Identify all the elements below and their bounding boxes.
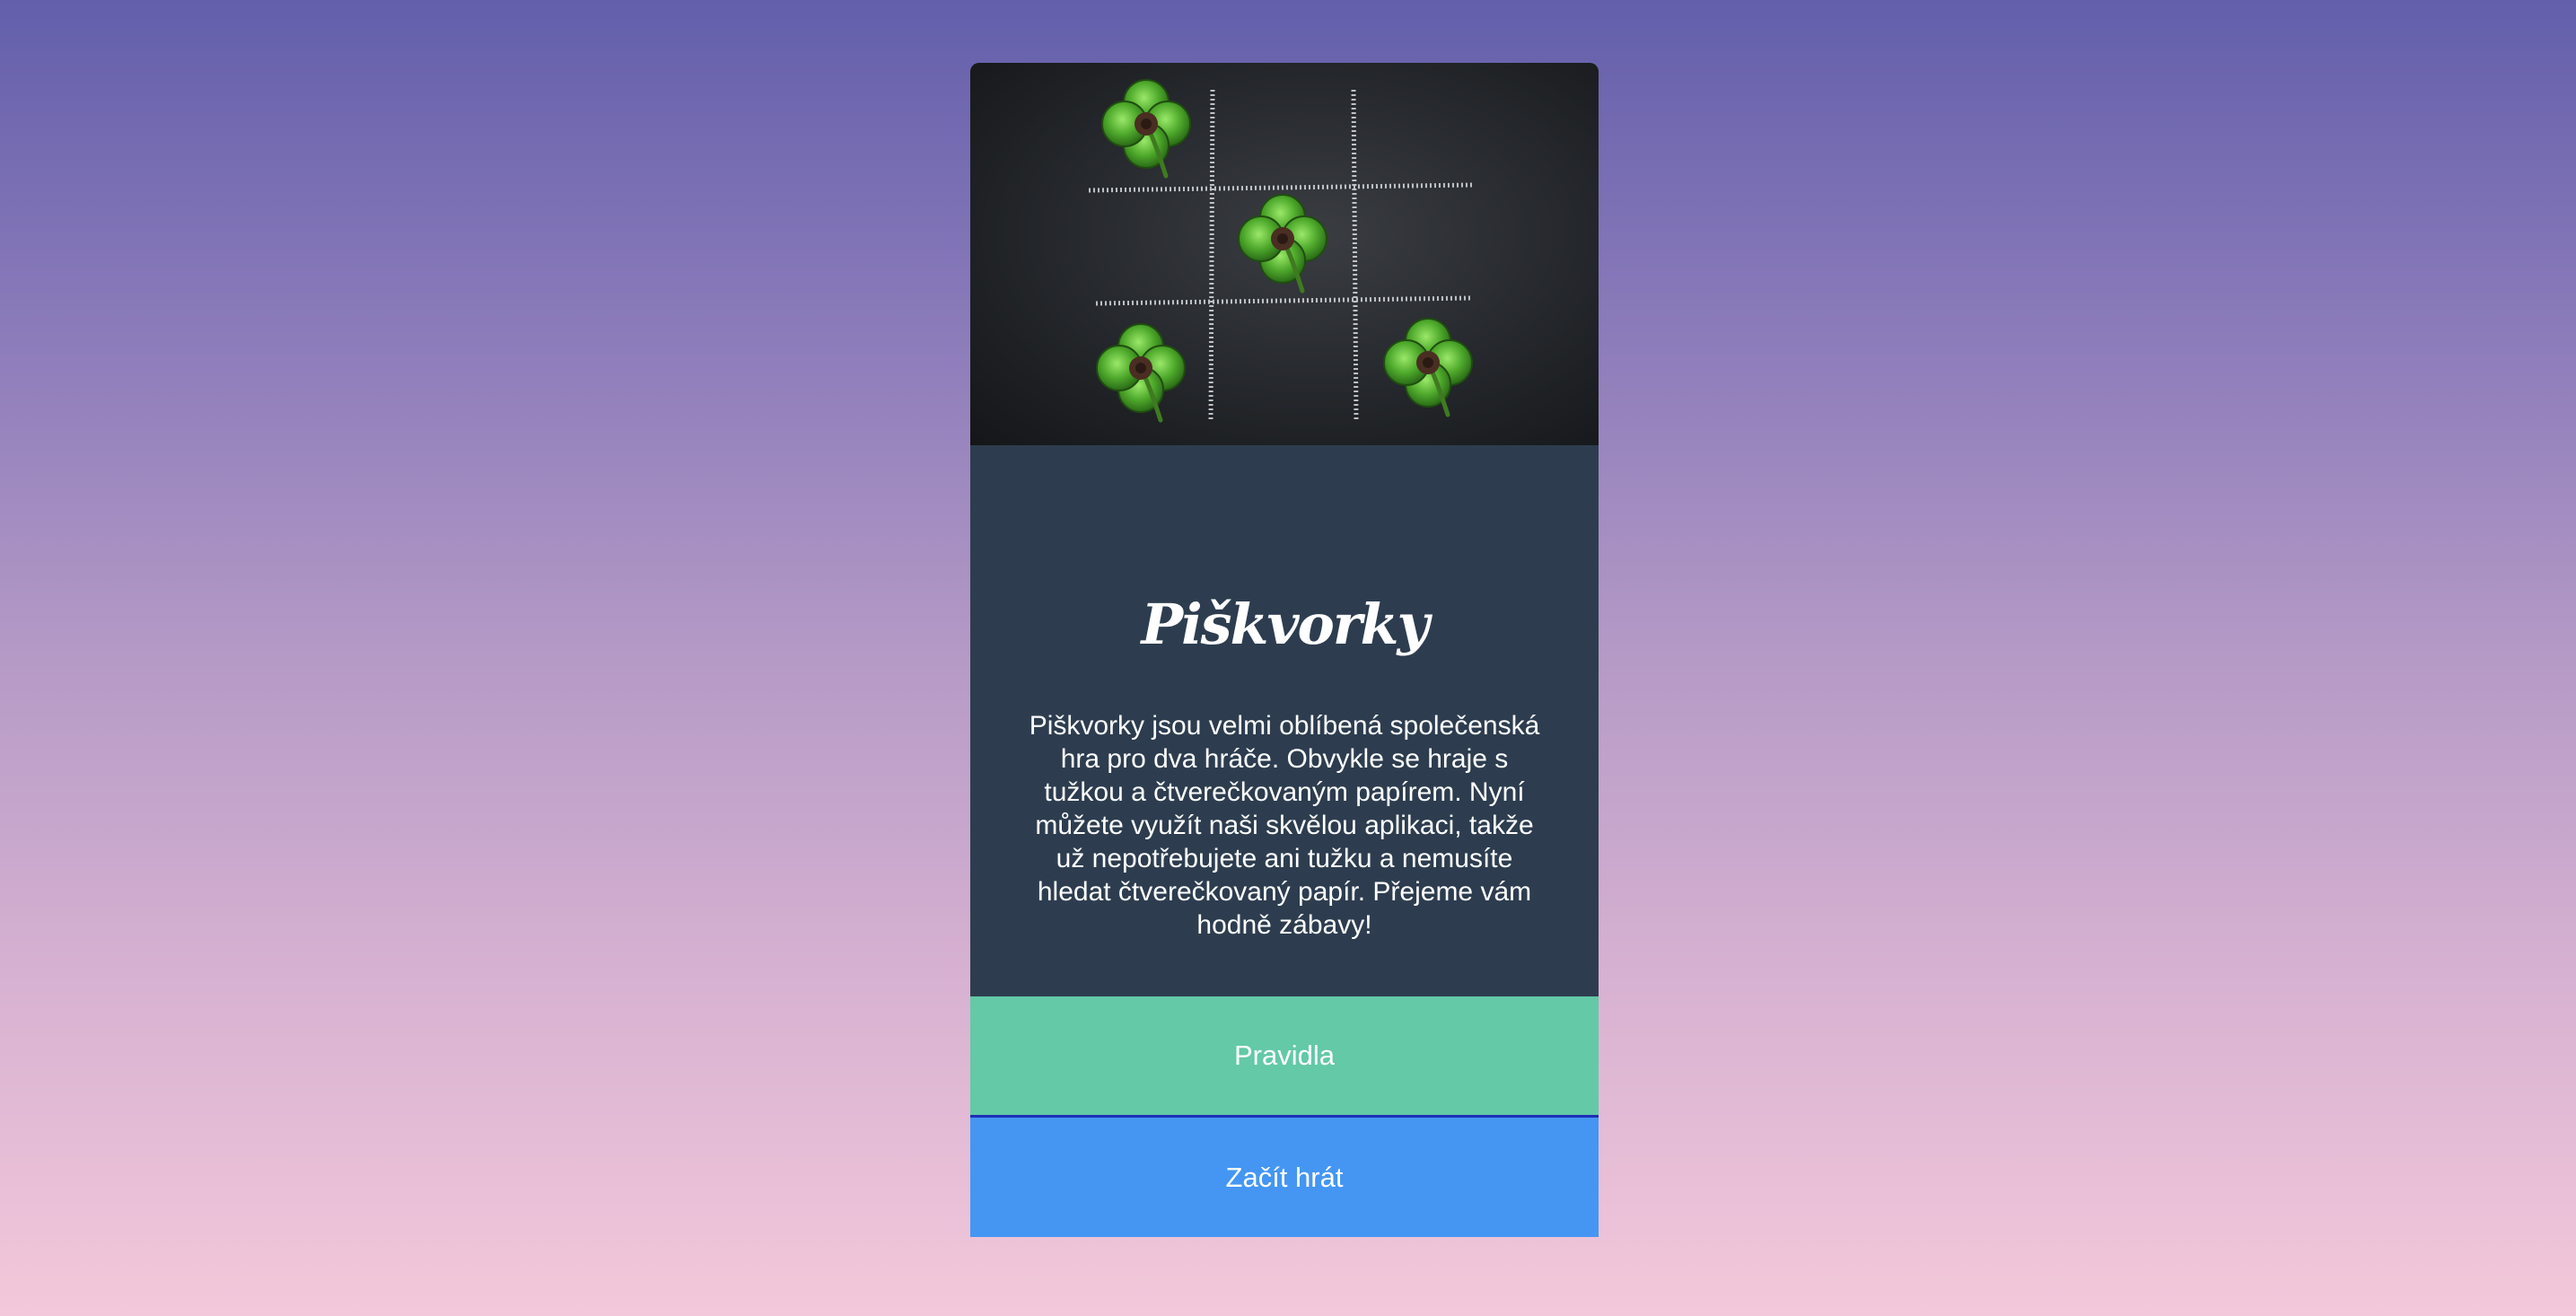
clover-center: [1239, 195, 1327, 291]
game-description: Piškvorky jsou velmi oblíbená společensk…: [1029, 711, 1540, 940]
game-title: Piškvorky: [1141, 591, 1429, 657]
game-card: Piškvorky Piškvorky jsou velmi oblíbená …: [970, 63, 1599, 1237]
clover-top-left: [1102, 80, 1190, 176]
tic-tac-toe-clover-illustration: [1088, 63, 1599, 445]
info-panel: Piškvorky Piškvorky jsou velmi oblíbená …: [970, 445, 1599, 1059]
hero-image: [970, 63, 1599, 445]
clover-bottom-left: [1097, 324, 1185, 420]
start-game-button[interactable]: Začít hrát: [970, 1118, 1599, 1237]
clover-bottom-right: [1384, 319, 1472, 415]
rules-button[interactable]: Pravidla: [970, 996, 1599, 1115]
